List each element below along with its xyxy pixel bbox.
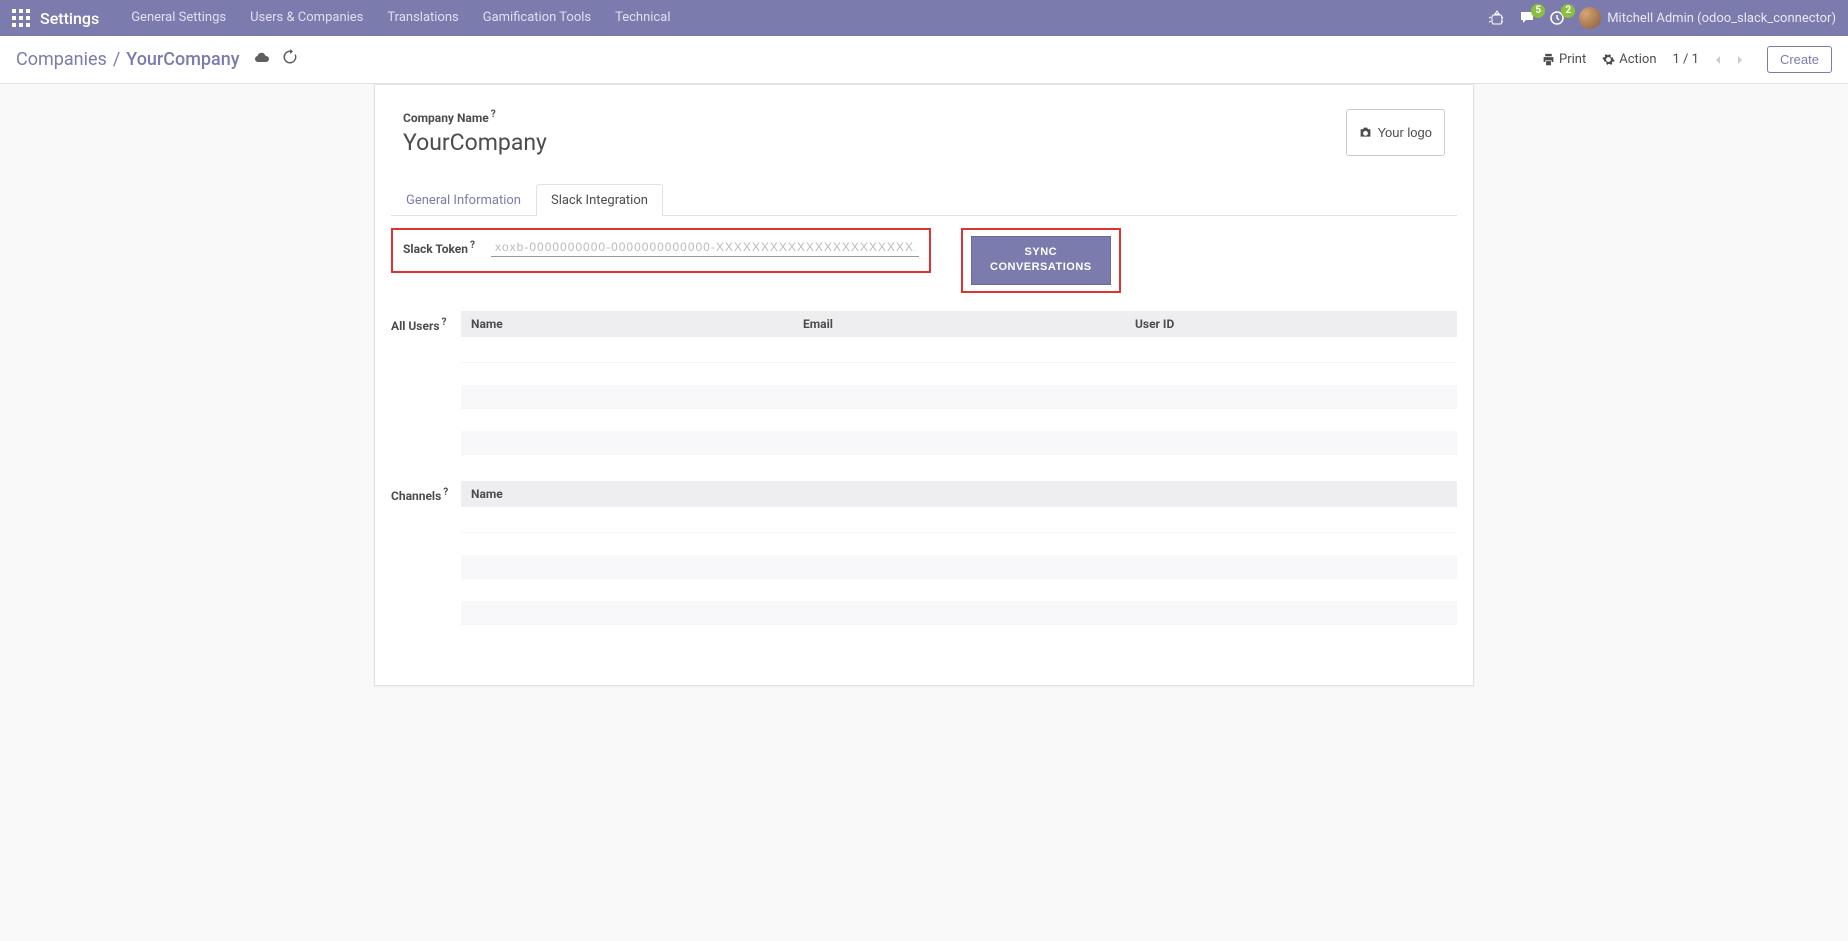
messages-icon[interactable]: 5 <box>1519 10 1535 26</box>
navbar-title[interactable]: Settings <box>40 9 99 28</box>
menu-general-settings[interactable]: General Settings <box>119 0 238 36</box>
print-button[interactable]: Print <box>1542 52 1586 67</box>
pager-text: 1 / 1 <box>1673 52 1699 67</box>
all-users-label: All Users? <box>391 311 461 455</box>
all-users-section: All Users? Name Email User ID <box>391 311 1457 455</box>
breadcrumb-current: YourCompany <box>126 49 239 70</box>
camera-icon <box>1359 126 1372 139</box>
help-icon[interactable]: ? <box>442 317 447 328</box>
help-icon[interactable]: ? <box>470 240 475 251</box>
slack-token-input[interactable] <box>491 238 919 257</box>
menu-gamification[interactable]: Gamification Tools <box>471 0 603 36</box>
form-container: Company Name? YourCompany Your logo Gene… <box>374 84 1474 686</box>
navbar-right: 5 2 Mitchell Admin (odoo_slack_connector… <box>1489 7 1836 29</box>
navbar-menu: General Settings Users & Companies Trans… <box>119 0 682 36</box>
apps-icon[interactable] <box>12 9 30 27</box>
create-button[interactable]: Create <box>1767 46 1832 73</box>
discard-icon[interactable] <box>282 49 298 70</box>
table-row[interactable] <box>461 555 1457 579</box>
menu-translations[interactable]: Translations <box>375 0 470 36</box>
col-name[interactable]: Name <box>461 311 793 337</box>
tab-content: Slack Token? SYNCCONVERSATIONS All Users… <box>391 216 1457 625</box>
channels-head: Name <box>461 481 1457 507</box>
tab-general-information[interactable]: General Information <box>391 184 536 216</box>
action-button[interactable]: Action <box>1602 52 1656 67</box>
user-name: Mitchell Admin (odoo_slack_connector) <box>1607 11 1836 26</box>
slack-token-group: Slack Token? <box>391 228 931 273</box>
form-header: Company Name? YourCompany Your logo <box>391 109 1457 156</box>
all-users-head: Name Email User ID <box>461 311 1457 337</box>
tabs: General Information Slack Integration <box>391 184 1457 216</box>
control-panel-right: Print Action 1 / 1 Create <box>1542 46 1832 73</box>
avatar <box>1579 7 1601 29</box>
table-row[interactable] <box>461 337 1457 363</box>
all-users-table: Name Email User ID <box>461 311 1457 455</box>
sync-wrap: SYNCCONVERSATIONS <box>961 228 1121 293</box>
sync-conversations-button[interactable]: SYNCCONVERSATIONS <box>971 236 1111 285</box>
debug-icon[interactable] <box>1489 10 1505 26</box>
channels-table: Name <box>461 481 1457 625</box>
activities-icon[interactable]: 2 <box>1549 10 1565 26</box>
table-row[interactable] <box>461 385 1457 409</box>
company-name[interactable]: YourCompany <box>403 129 547 156</box>
channels-label: Channels? <box>391 481 461 625</box>
col-name[interactable]: Name <box>461 481 1457 507</box>
table-row[interactable] <box>461 601 1457 625</box>
table-row[interactable] <box>461 507 1457 533</box>
channels-section: Channels? Name <box>391 481 1457 625</box>
print-icon <box>1542 53 1555 66</box>
cloud-save-icon[interactable] <box>254 49 270 70</box>
help-icon[interactable]: ? <box>443 487 448 498</box>
control-panel: Companies / YourCompany Print Action 1 /… <box>0 36 1848 84</box>
menu-users-companies[interactable]: Users & Companies <box>238 0 375 36</box>
help-icon[interactable]: ? <box>491 109 496 120</box>
col-email[interactable]: Email <box>793 311 1125 337</box>
company-name-label: Company Name? <box>403 109 547 125</box>
user-menu[interactable]: Mitchell Admin (odoo_slack_connector) <box>1579 7 1836 29</box>
pager-next[interactable] <box>1729 49 1751 71</box>
form-sheet: Company Name? YourCompany Your logo Gene… <box>374 84 1474 686</box>
activities-badge: 2 <box>1561 4 1575 18</box>
pager: 1 / 1 <box>1673 49 1751 71</box>
tab-slack-integration[interactable]: Slack Integration <box>536 184 663 216</box>
your-logo-button[interactable]: Your logo <box>1346 109 1445 156</box>
navbar-left: Settings General Settings Users & Compan… <box>12 0 1489 36</box>
messages-badge: 5 <box>1531 4 1545 18</box>
gear-icon <box>1602 53 1615 66</box>
menu-technical[interactable]: Technical <box>603 0 682 36</box>
col-userid[interactable]: User ID <box>1125 311 1457 337</box>
top-navbar: Settings General Settings Users & Compan… <box>0 0 1848 36</box>
breadcrumb-sep: / <box>113 49 120 70</box>
breadcrumb: Companies / YourCompany <box>16 49 298 70</box>
table-row[interactable] <box>461 431 1457 455</box>
slack-token-label: Slack Token? <box>403 240 475 256</box>
pager-prev[interactable] <box>1707 49 1729 71</box>
breadcrumb-root[interactable]: Companies <box>16 49 107 70</box>
